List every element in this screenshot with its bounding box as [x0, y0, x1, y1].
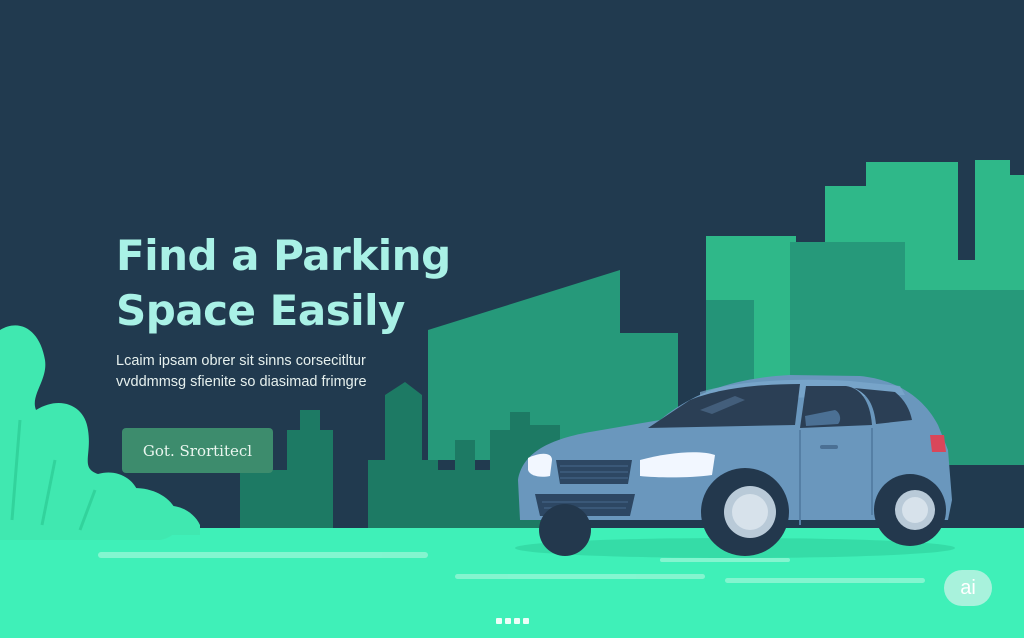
pagination-dot[interactable]	[523, 618, 529, 624]
get-started-button[interactable]: Got. Srortitecl	[122, 428, 273, 473]
pagination-dots[interactable]	[496, 618, 532, 625]
hero-title-line-1: Find a Parking	[116, 231, 451, 280]
pagination-dot[interactable]	[505, 618, 511, 624]
pagination-dot[interactable]	[496, 618, 502, 624]
hero-description: Lcaim ipsam obrer sit sinns corsecitltur…	[116, 351, 416, 393]
hero-title: Find a Parking Space Easily	[116, 228, 451, 338]
hero-description-line-2: vvddmmsg sfienite so diasimad frimgre	[116, 374, 367, 390]
ai-badge-icon: ai	[944, 570, 992, 606]
hero-title-line-2: Space Easily	[116, 286, 405, 335]
hero-description-line-1: Lcaim ipsam obrer sit sinns corsecitltur	[116, 353, 366, 369]
pagination-dot[interactable]	[514, 618, 520, 624]
landing-hero: Find a Parking Space Easily Lcaim ipsam …	[0, 0, 1024, 638]
